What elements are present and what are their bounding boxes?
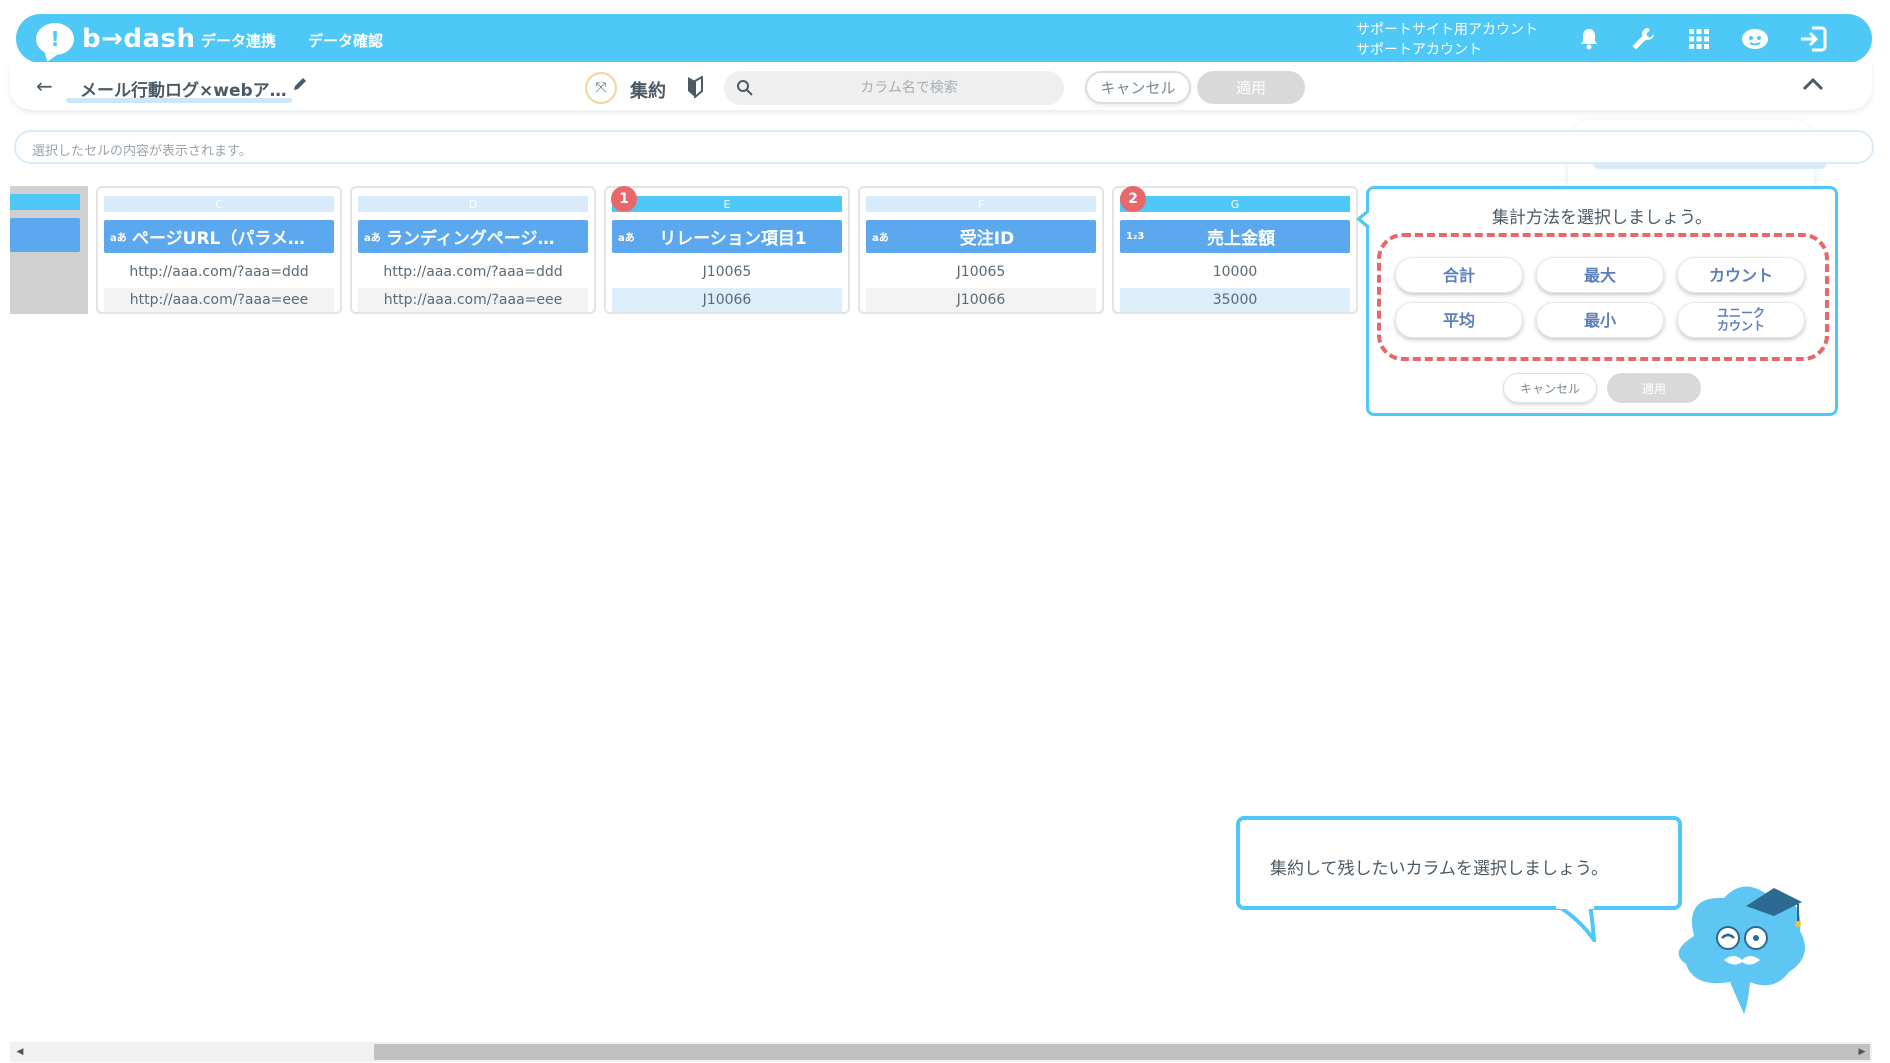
- table-cell[interactable]: http://aaa.com/?aaa=ddd: [104, 260, 334, 284]
- scroll-right-arrow-icon[interactable]: ▶: [1854, 1044, 1870, 1060]
- hint-bubble-tail: [1551, 904, 1597, 948]
- column-header[interactable]: 1₂3 売上金額: [1120, 220, 1350, 253]
- table-cell[interactable]: http://aaa.com/?aaa=eee: [104, 288, 334, 312]
- nav-data-check[interactable]: データ確認: [308, 30, 383, 51]
- logo-mark: !: [50, 27, 60, 51]
- column-letter: G: [1120, 196, 1350, 212]
- popup-cancel-button[interactable]: キャンセル: [1503, 373, 1597, 403]
- column-search-input[interactable]: [764, 71, 1054, 105]
- column-card-e[interactable]: E aあ リレーション項目1 J10065 J10066: [604, 186, 850, 314]
- scroll-left-arrow-icon[interactable]: ◀: [12, 1044, 28, 1060]
- column-header[interactable]: aあ 受注ID: [866, 220, 1096, 253]
- method-unique-count-button[interactable]: ユニーク カウント: [1677, 302, 1805, 338]
- column-name: ランディングページ…: [386, 229, 555, 249]
- scrollbar-thumb[interactable]: [374, 1044, 1870, 1060]
- column-header[interactable]: aあ リレーション項目1: [612, 220, 842, 253]
- popup-apply-button[interactable]: 適用: [1607, 373, 1701, 403]
- table-cell[interactable]: J10065: [612, 260, 842, 284]
- apps-grid-icon[interactable]: [1684, 24, 1714, 54]
- bell-icon[interactable]: [1574, 24, 1604, 54]
- method-highlight-frame: [1377, 233, 1829, 361]
- unique-count-line2: カウント: [1716, 319, 1765, 333]
- chevron-up-icon[interactable]: [1802, 76, 1824, 96]
- logo-text: b→dash: [82, 24, 196, 54]
- method-max-button[interactable]: 最大: [1536, 257, 1664, 293]
- column-card-d[interactable]: D aあ ランディングページ… http://aaa.com/?aaa=ddd …: [350, 186, 596, 314]
- account-name: サポートサイト用アカウント: [1356, 22, 1538, 38]
- table-cell[interactable]: J10066: [612, 288, 842, 312]
- column-header-stub[interactable]: [10, 218, 80, 252]
- wrench-icon[interactable]: [1628, 24, 1658, 54]
- method-average-button[interactable]: 平均: [1395, 302, 1523, 338]
- column-card-c[interactable]: C aあ ページURL（パラメ… http://aaa.com/?aaa=ddd…: [96, 186, 342, 314]
- column-name: 売上金額: [1207, 229, 1275, 249]
- table-cell[interactable]: J10065: [866, 260, 1096, 284]
- column-name: リレーション項目1: [659, 229, 807, 249]
- table-cell[interactable]: http://aaa.com/?aaa=ddd: [358, 260, 588, 284]
- text-type-icon: aあ: [110, 233, 127, 244]
- horizontal-scrollbar[interactable]: ◀ ▶: [10, 1042, 1872, 1062]
- back-arrow-icon[interactable]: ←: [36, 74, 53, 98]
- title-underline: [66, 98, 292, 103]
- number-type-icon: 1₂3: [1126, 231, 1145, 242]
- account-info[interactable]: サポートサイト用アカウント サポートアカウント: [1356, 20, 1538, 60]
- column-card-f[interactable]: F aあ 受注ID J10065 J10066: [858, 186, 1104, 314]
- column-letter: D: [358, 196, 588, 212]
- table-cell[interactable]: 10000: [1120, 260, 1350, 284]
- column-card-g[interactable]: G 1₂3 売上金額 10000 35000: [1112, 186, 1358, 314]
- text-type-icon: aあ: [872, 233, 889, 244]
- method-count-button[interactable]: カウント: [1677, 257, 1805, 293]
- step-badge-1: 1: [611, 186, 637, 212]
- column-search: [724, 71, 1064, 105]
- top-bar: ! b→dash データ連携 データ確認 サポートサイト用アカウント サポートア…: [16, 14, 1872, 63]
- aggregation-method-popup: 集計方法を選択しましょう。 合計 最大 カウント 平均 最小 ユニーク カウント…: [1356, 186, 1838, 416]
- nav-data-integration[interactable]: データ連携: [201, 30, 276, 51]
- mascot-face-icon[interactable]: [1740, 24, 1770, 54]
- beginner-mark-icon[interactable]: [686, 75, 704, 102]
- pencil-icon[interactable]: [292, 76, 308, 96]
- column-name: ページURL（パラメ…: [132, 229, 305, 249]
- cell-preview-placeholder: 選択したセルの内容が表示されます。: [32, 144, 252, 159]
- cancel-button[interactable]: キャンセル: [1085, 71, 1191, 104]
- logout-icon[interactable]: [1798, 24, 1828, 54]
- cell-preview-bar[interactable]: 選択したセルの内容が表示されます。: [14, 130, 1874, 164]
- column-header[interactable]: aあ ページURL（パラメ…: [104, 220, 334, 253]
- account-sub-name: サポートアカウント: [1356, 42, 1482, 58]
- mascot-icon: [1664, 876, 1814, 1020]
- column-letter: C: [104, 196, 334, 212]
- column-letter: F: [866, 196, 1096, 212]
- aggregate-mode-icon[interactable]: ⤧: [585, 72, 617, 104]
- column-name: 受注ID: [959, 229, 1015, 249]
- table-cell[interactable]: http://aaa.com/?aaa=eee: [358, 288, 588, 312]
- search-icon: [736, 79, 754, 101]
- popup-title: 集計方法を選択しましょう。: [1492, 208, 1712, 228]
- hint-bubble: 集約して残したいカラムを選択しましょう。: [1236, 816, 1682, 910]
- text-type-icon: aあ: [364, 233, 381, 244]
- apply-button[interactable]: 適用: [1197, 71, 1305, 104]
- table-cell[interactable]: 35000: [1120, 288, 1350, 312]
- logo-bubble-icon: !: [36, 23, 74, 55]
- hint-text: 集約して残したいカラムを選択しましょう。: [1270, 859, 1608, 879]
- mode-label: 集約: [630, 81, 666, 102]
- text-type-icon: aあ: [618, 233, 635, 244]
- column-letter: E: [612, 196, 842, 212]
- step-badge-2: 2: [1120, 186, 1146, 212]
- column-header[interactable]: aあ ランディングページ…: [358, 220, 588, 253]
- table-cell[interactable]: J10066: [866, 288, 1096, 312]
- b-dash-logo[interactable]: ! b→dash: [36, 21, 196, 57]
- method-sum-button[interactable]: 合計: [1395, 257, 1523, 293]
- method-min-button[interactable]: 最小: [1536, 302, 1664, 338]
- column-letter-stub: [10, 194, 80, 210]
